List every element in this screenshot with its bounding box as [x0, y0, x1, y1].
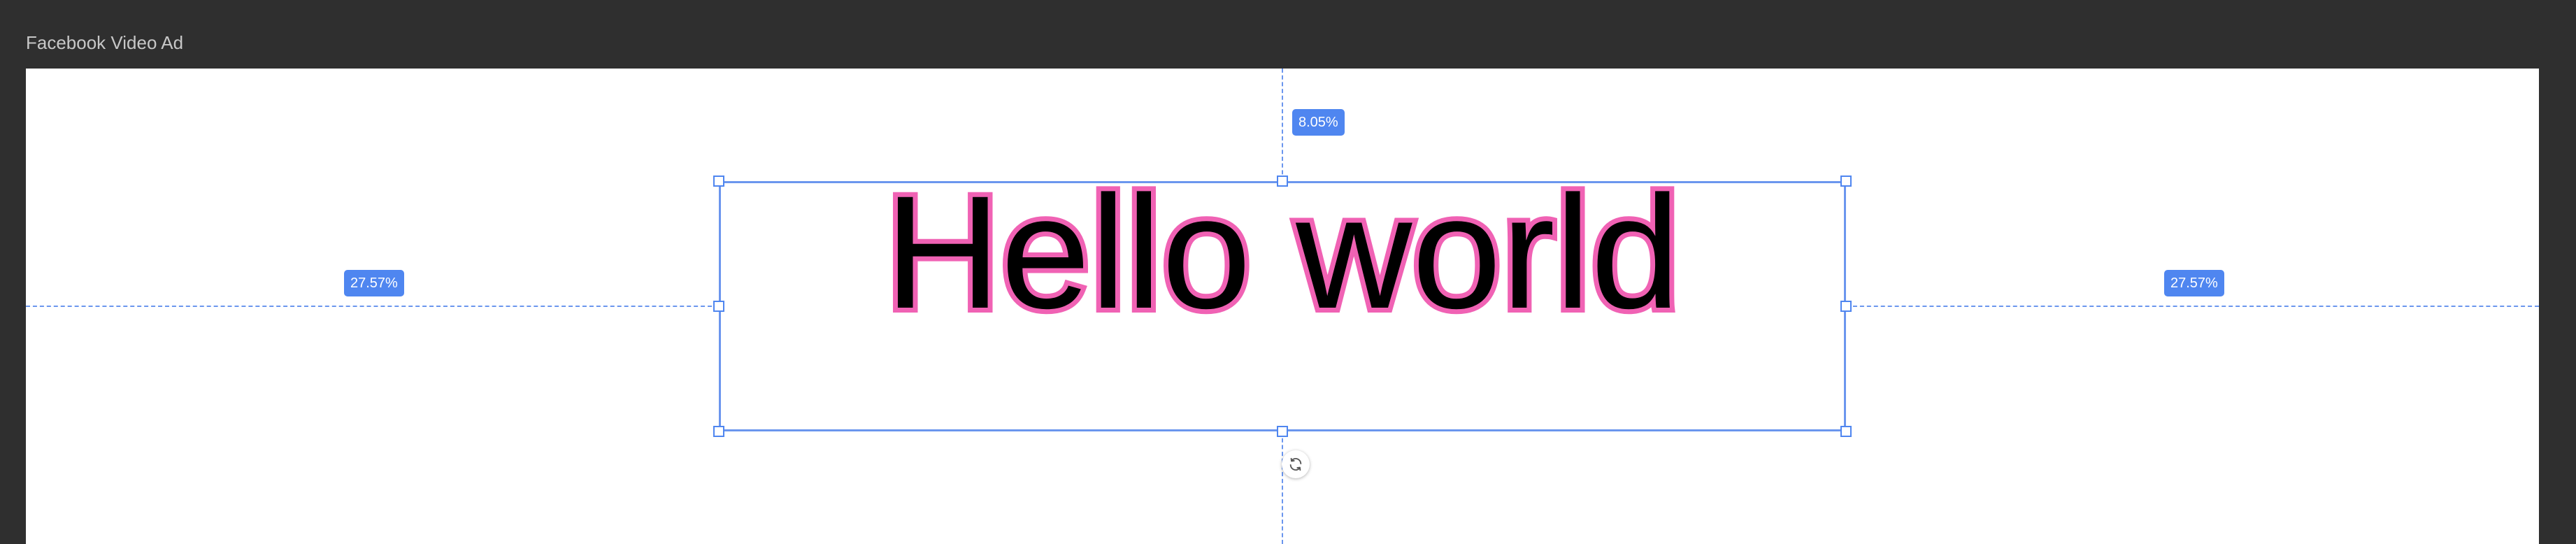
resize-handle-top[interactable] [1277, 176, 1288, 187]
guide-left [26, 306, 719, 307]
resize-handle-top-right[interactable] [1840, 176, 1852, 187]
resize-handle-bottom-right[interactable] [1840, 426, 1852, 437]
resize-handle-bottom-left[interactable] [713, 426, 724, 437]
top-distance-badge: 8.05% [1292, 109, 1345, 136]
project-title: Facebook Video Ad [26, 32, 184, 53]
resize-handle-left[interactable] [713, 301, 724, 312]
resize-handle-right[interactable] [1840, 301, 1852, 312]
guide-right [1846, 306, 2539, 307]
selection-box[interactable] [719, 181, 1846, 431]
guide-bottom [1282, 431, 1283, 544]
resize-handle-top-left[interactable] [713, 176, 724, 187]
right-distance-badge: 27.57% [2164, 270, 2224, 296]
editor-app: Facebook Video Ad 8.05% 27.57% 27.57% He… [0, 0, 2576, 544]
rotate-icon [1289, 457, 1302, 471]
resize-handle-bottom[interactable] [1277, 426, 1288, 437]
rotate-button[interactable] [1282, 450, 1310, 478]
design-canvas[interactable]: 8.05% 27.57% 27.57% Hello world [26, 69, 2539, 544]
left-distance-badge: 27.57% [344, 270, 404, 296]
